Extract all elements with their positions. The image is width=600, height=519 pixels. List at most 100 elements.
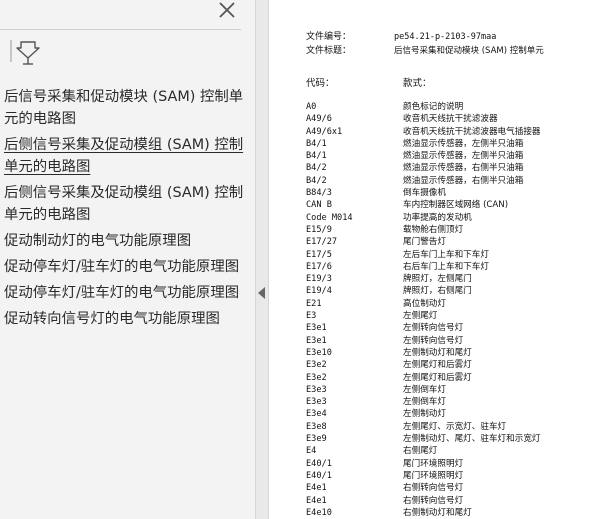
row-code: E19/3 (306, 274, 332, 285)
desc-column-header: 款式： (403, 78, 432, 89)
row-code: E4 (306, 446, 317, 457)
row-code: E15/9 (306, 224, 332, 235)
file-title-value: 后信号采集和促动模块 (SAM) 控制单元 (394, 46, 544, 56)
row-description: 倒车摄像机 (403, 188, 446, 199)
table-row: E3e1 左侧转向信号灯 (306, 322, 600, 334)
row-description: 左侧倒车灯 (403, 384, 446, 395)
row-code: E21 (306, 298, 322, 309)
row-description: 右后车门上车和下车灯 (403, 261, 489, 272)
row-description: 左侧制动灯和尾灯 (403, 347, 472, 358)
row-description: 左侧尾灯和后雾灯 (403, 372, 472, 383)
bookmark-item[interactable]: 促动转向信号灯的电气功能原理图 (4, 308, 250, 330)
table-header: 代码： 款式： (306, 78, 432, 90)
table-row: B4/1 燃油显示传感器，左侧半只油箱 (306, 138, 600, 150)
table-row: E3e9 左侧制动灯、尾灯、驻车灯和示宽灯 (306, 433, 600, 445)
table-row: E3e2 左侧尾灯和后雾灯 (306, 372, 600, 384)
file-number-label: 文件编号： (306, 32, 352, 42)
row-description: 载物舱右侧顶灯 (403, 224, 464, 235)
row-description: 功率提高的发动机 (403, 212, 472, 223)
row-code: CAN B (306, 200, 332, 211)
row-description: 右侧制动灯和尾灯 (403, 507, 472, 518)
table-row: E40/1 尾门环境照明灯 (306, 470, 600, 482)
row-description: 尾门环境照明灯 (403, 470, 464, 481)
table-row: E3e4 左侧制动灯 (306, 408, 600, 420)
row-code: E17/27 (306, 237, 338, 248)
row-description: 左侧尾灯 (403, 311, 438, 322)
row-code: B4/1 (306, 151, 327, 162)
table-row: A0 颜色标记的说明 (306, 101, 600, 113)
file-title-row: 文件标题： 后信号采集和促动模块 (SAM) 控制单元 (306, 45, 544, 57)
row-description: 左侧制动灯 (403, 409, 446, 420)
row-code: E17/5 (306, 249, 332, 260)
bookmark-list: 后信号采集和促动模块 (SAM) 控制单元的电路图 后侧信号采集及促动模组 (SA… (4, 86, 250, 334)
bookmark-options-icon[interactable] (10, 36, 44, 66)
table-row: A49/6x1 收音机天线抗干扰滤波器电气插接器 (306, 126, 600, 138)
row-description: 左侧制动灯、尾灯、驻车灯和示宽灯 (403, 434, 541, 445)
table-row: E3e1 左侧转向信号灯 (306, 335, 600, 347)
row-code: E3e10 (306, 347, 332, 358)
row-code: B4/1 (306, 138, 327, 149)
table-row: E3e2 左侧尾灯和后雾灯 (306, 359, 600, 371)
row-description: 燃油显示传感器，左侧半只油箱 (403, 138, 524, 149)
row-description: 右侧转向信号灯 (403, 483, 464, 494)
bookmark-item[interactable]: 促动制动灯的电气功能原理图 (4, 230, 250, 252)
table-row: B4/2 燃油显示传感器，右侧半只油箱 (306, 175, 600, 187)
bookmark-item[interactable]: 促动停车灯/驻车灯的电气功能原理图 (4, 256, 250, 278)
row-code: E3 (306, 311, 317, 322)
row-description: 收音机天线抗干扰滤波器电气插接器 (403, 126, 541, 137)
code-column-header: 代码： (306, 78, 335, 89)
table-row: CAN B 车内控制器区域网络 (CAN) (306, 199, 600, 211)
document-page: 文件编号： pe54.21-p-2103-97maa 文件标题： 后信号采集和促动模… (270, 0, 600, 519)
table-row: B84/3 倒车摄像机 (306, 187, 600, 199)
row-code: B4/2 (306, 175, 327, 186)
row-code: E3e8 (306, 421, 327, 432)
table-row: E4e1 右侧转向信号灯 (306, 482, 600, 494)
table-row: E3e3 左侧倒车灯 (306, 396, 600, 408)
table-row: E19/3 牌照灯，左侧尾门 (306, 273, 600, 285)
row-code: A49/6x1 (306, 126, 343, 137)
table-row: E17/5 左后车门上车和下车灯 (306, 249, 600, 261)
row-description: 颜色标记的说明 (403, 102, 464, 112)
row-code: E40/1 (306, 458, 332, 469)
row-code: E3e1 (306, 323, 327, 334)
row-code: E4e1 (306, 495, 327, 506)
table-row: E4e10 右侧制动灯和尾灯 (306, 507, 600, 519)
row-description: 高位制动灯 (403, 298, 446, 309)
table-row: E21 高位制动灯 (306, 298, 600, 310)
row-description: 燃油显示传感器，右侧半只油箱 (403, 175, 524, 186)
row-description: 左侧倒车灯 (403, 397, 446, 408)
row-description: 燃油显示传感器，左侧半只油箱 (403, 151, 524, 162)
panel-splitter[interactable] (255, 0, 269, 519)
row-code: E3e1 (306, 335, 327, 346)
table-row: E3e8 左侧尾灯、示宽灯、驻车灯 (306, 421, 600, 433)
table-row: E4e1 右侧转向信号灯 (306, 495, 600, 507)
table-row: A49/6 收音机天线抗干扰滤波器 (306, 113, 600, 125)
row-code: B84/3 (306, 188, 332, 199)
row-description: 燃油显示传感器，右侧半只油箱 (403, 163, 524, 174)
close-icon[interactable] (214, 0, 240, 24)
table-row: E17/6 右后车门上车和下车灯 (306, 261, 600, 273)
row-code: B4/2 (306, 163, 327, 174)
row-code: E3e3 (306, 384, 327, 395)
row-code: E19/4 (306, 286, 332, 297)
row-code: Code M014 (306, 212, 353, 223)
row-description: 牌照灯，左侧尾门 (403, 274, 472, 285)
table-row: Code M014 功率提高的发动机 (306, 212, 600, 224)
row-code: E3e2 (306, 360, 327, 371)
table-row: B4/1 燃油显示传感器，左侧半只油箱 (306, 150, 600, 162)
code-table: A0 颜色标记的说明 A49/6 收音机天线抗干扰滤波器 A49/6x1 收音机天线抗干扰… (306, 101, 600, 519)
row-description: 车内控制器区域网络 (CAN) (403, 200, 509, 211)
collapse-panel-icon[interactable] (258, 287, 265, 299)
bookmark-item[interactable]: 后侧信号采集及促动模组 (SAM) 控制单元的电路图 (4, 134, 250, 178)
bookmark-item[interactable]: 后信号采集和促动模块 (SAM) 控制单元的电路图 (4, 86, 250, 130)
row-description: 尾门警告灯 (403, 237, 446, 248)
table-row: B4/2 燃油显示传感器，右侧半只油箱 (306, 162, 600, 174)
bookmark-item[interactable]: 促动停车灯/驻车灯的电气功能原理图 (4, 282, 250, 304)
table-row: E17/27 尾门警告灯 (306, 236, 600, 248)
row-code: E3e4 (306, 409, 327, 420)
row-code: A49/6 (306, 114, 332, 125)
bookmark-item[interactable]: 后侧信号采集及促动模组 (SAM) 控制单元的电路图 (4, 182, 250, 226)
row-description: 左侧转向信号灯 (403, 323, 464, 334)
row-code: E4e1 (306, 483, 327, 494)
row-description: 牌照灯，右侧尾门 (403, 286, 472, 297)
